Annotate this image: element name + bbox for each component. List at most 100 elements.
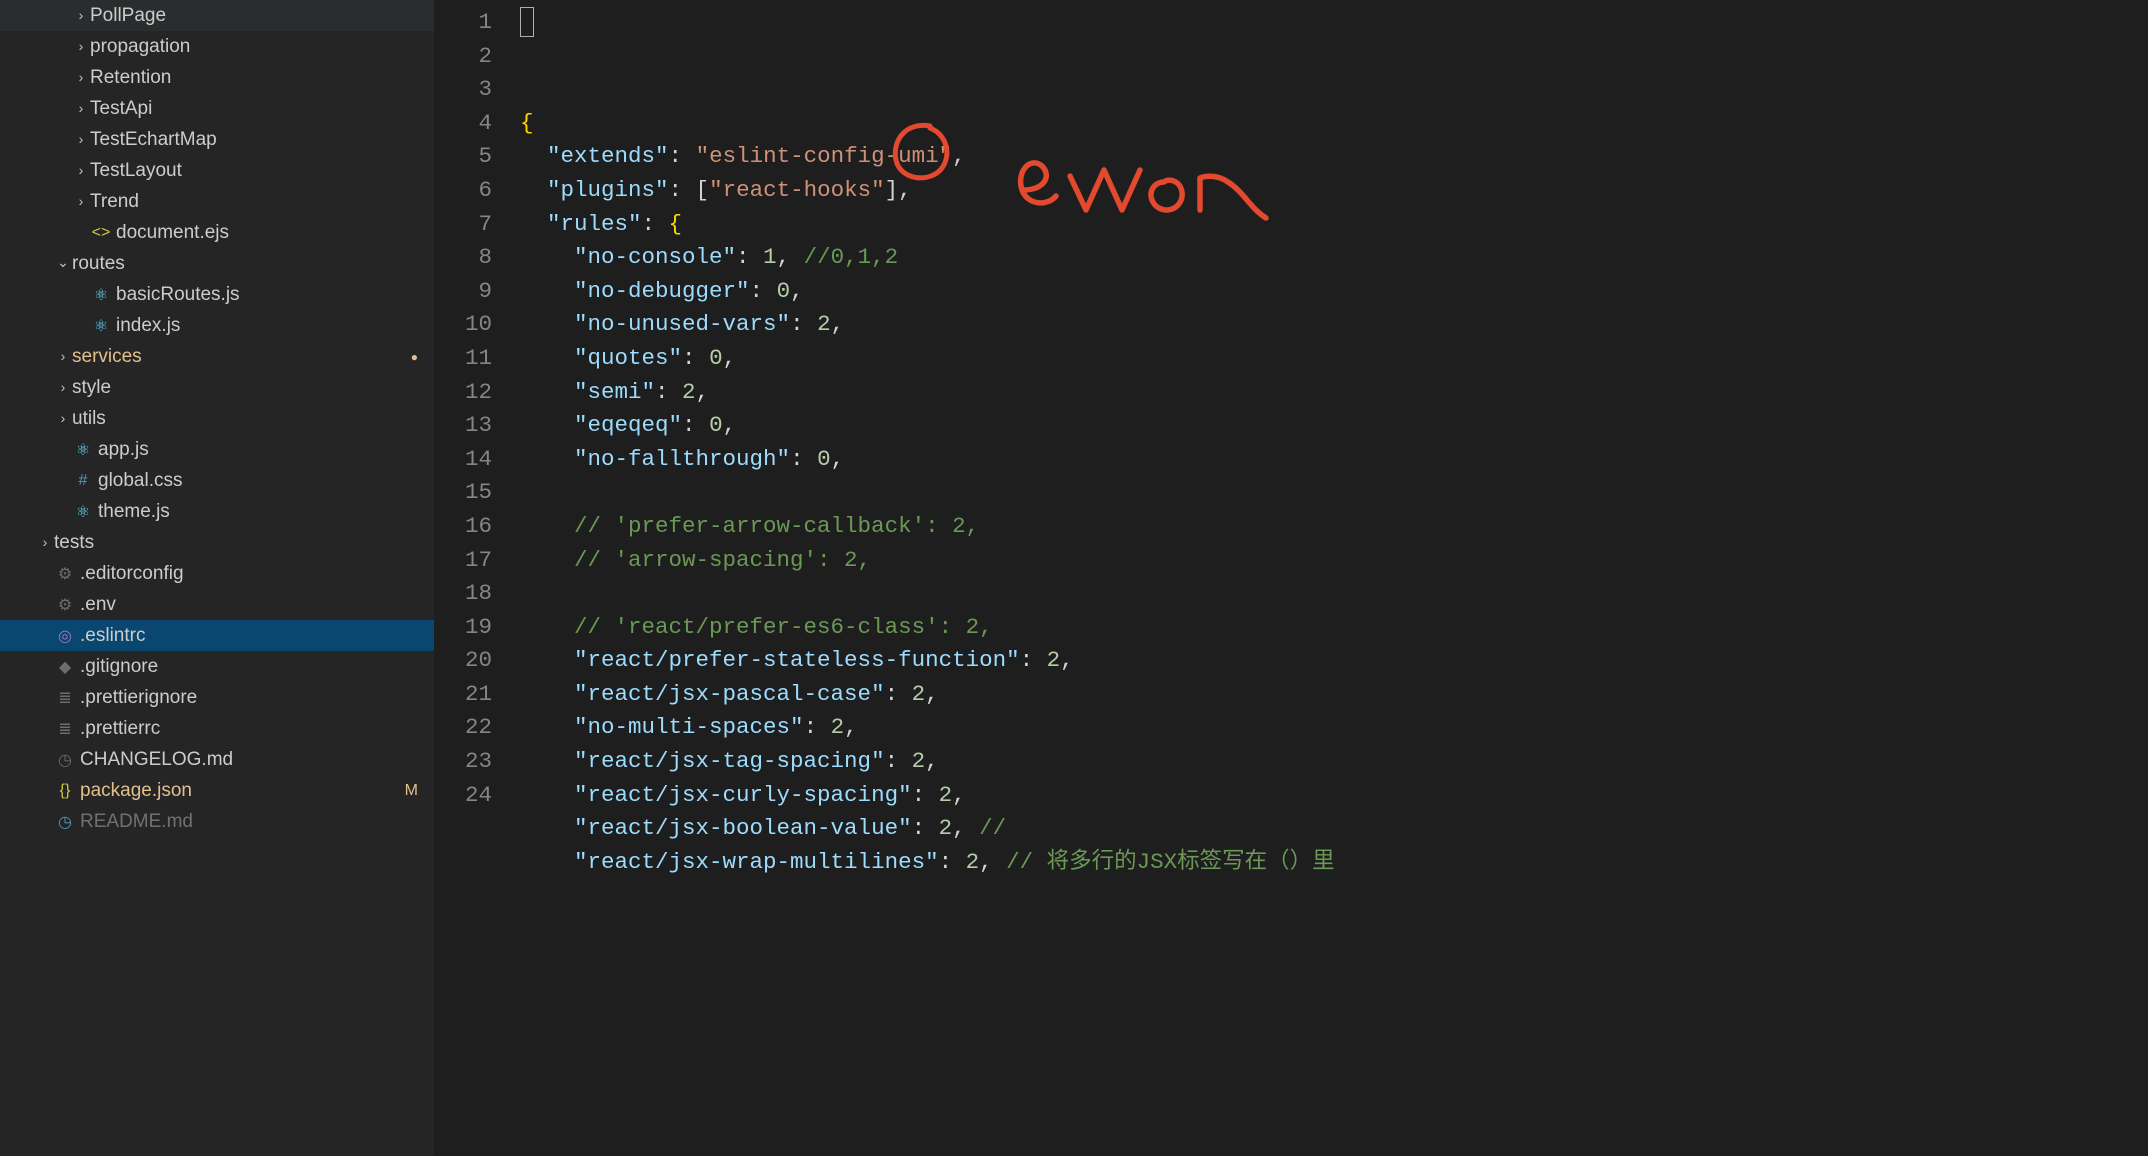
code-line[interactable]: "extends": "eslint-config-umi", bbox=[520, 140, 2148, 174]
token-key: "no-unused-vars" bbox=[574, 311, 790, 337]
tree-item[interactable]: ⚛theme.js bbox=[0, 496, 434, 527]
token-punc: ], bbox=[885, 177, 912, 203]
code-line[interactable]: "react/jsx-curly-spacing": 2, bbox=[520, 779, 2148, 813]
chevron-right-icon[interactable]: › bbox=[72, 131, 90, 147]
tree-item[interactable]: ›Trend bbox=[0, 186, 434, 217]
token-num: 2 bbox=[966, 849, 980, 875]
line-number: 14 bbox=[434, 443, 492, 477]
code-line[interactable]: "eqeqeq": 0, bbox=[520, 409, 2148, 443]
tree-item-label: app.js bbox=[98, 439, 149, 461]
token-punc: : bbox=[912, 815, 939, 841]
line-number: 19 bbox=[434, 611, 492, 645]
code-line[interactable]: "semi": 2, bbox=[520, 376, 2148, 410]
chevron-right-icon[interactable]: › bbox=[72, 193, 90, 209]
tree-item[interactable]: ⚙.env bbox=[0, 589, 434, 620]
tree-item[interactable]: ⚛index.js bbox=[0, 310, 434, 341]
tree-item[interactable]: ⚛basicRoutes.js bbox=[0, 279, 434, 310]
code-line[interactable]: "no-unused-vars": 2, bbox=[520, 308, 2148, 342]
code-line[interactable]: "react/jsx-wrap-multilines": 2, // 将多行的J… bbox=[520, 846, 2148, 880]
code-line[interactable]: "no-debugger": 0, bbox=[520, 275, 2148, 309]
tree-item[interactable]: ◆.gitignore bbox=[0, 651, 434, 682]
tree-item[interactable]: ≣.prettierignore bbox=[0, 682, 434, 713]
tree-item[interactable]: {}package.jsonM bbox=[0, 775, 434, 806]
tree-item[interactable]: ⚛app.js bbox=[0, 434, 434, 465]
chevron-down-icon[interactable]: ⌄ bbox=[54, 254, 72, 271]
token-num: 2 bbox=[939, 782, 953, 808]
file-explorer[interactable]: ›PollPage›propagation›Retention›TestApi›… bbox=[0, 0, 434, 1156]
file-icon: <> bbox=[90, 224, 112, 242]
line-number: 5 bbox=[434, 140, 492, 174]
code-line[interactable]: "rules": { bbox=[520, 208, 2148, 242]
code-line[interactable] bbox=[520, 577, 2148, 611]
chevron-right-icon[interactable]: › bbox=[72, 69, 90, 85]
file-icon: ⚙ bbox=[54, 595, 76, 615]
tree-item[interactable]: ⚙.editorconfig bbox=[0, 558, 434, 589]
chevron-right-icon[interactable]: › bbox=[72, 162, 90, 178]
tree-item-label: CHANGELOG.md bbox=[80, 749, 233, 771]
code-line[interactable]: "no-console": 1, //0,1,2 bbox=[520, 241, 2148, 275]
token-punc: : bbox=[682, 412, 709, 438]
code-line[interactable]: "no-multi-spaces": 2, bbox=[520, 711, 2148, 745]
tree-item[interactable]: ›services bbox=[0, 341, 434, 372]
code-line[interactable]: // 'react/prefer-es6-class': 2, bbox=[520, 611, 2148, 645]
code-editor[interactable]: 123456789101112131415161718192021222324 … bbox=[434, 0, 2148, 1156]
code-line[interactable]: "react/jsx-tag-spacing": 2, bbox=[520, 745, 2148, 779]
token-punc: , bbox=[723, 412, 737, 438]
code-area[interactable]: { "extends": "eslint-config-umi", "plugi… bbox=[520, 0, 2148, 1156]
file-icon: ⚛ bbox=[72, 502, 94, 522]
line-number: 12 bbox=[434, 376, 492, 410]
tree-item-label: document.ejs bbox=[116, 222, 229, 244]
code-line[interactable]: // 'prefer-arrow-callback': 2, bbox=[520, 510, 2148, 544]
tree-item[interactable]: ≣.prettierrc bbox=[0, 713, 434, 744]
code-line[interactable]: "react/prefer-stateless-function": 2, bbox=[520, 644, 2148, 678]
tree-item[interactable]: ›TestEchartMap bbox=[0, 124, 434, 155]
tree-item-label: services bbox=[72, 346, 142, 368]
chevron-right-icon[interactable]: › bbox=[54, 379, 72, 395]
code-line[interactable]: "quotes": 0, bbox=[520, 342, 2148, 376]
tree-item-label: Retention bbox=[90, 67, 171, 89]
file-icon: ◆ bbox=[54, 657, 76, 677]
tree-item[interactable]: ›TestLayout bbox=[0, 155, 434, 186]
tree-item[interactable]: ›Retention bbox=[0, 62, 434, 93]
token-key: "no-multi-spaces" bbox=[574, 714, 804, 740]
chevron-right-icon[interactable]: › bbox=[36, 534, 54, 550]
tree-item[interactable]: ◎.eslintrc bbox=[0, 620, 434, 651]
token-key: "react/jsx-curly-spacing" bbox=[574, 782, 912, 808]
file-icon: # bbox=[72, 472, 94, 490]
code-line[interactable]: "no-fallthrough": 0, bbox=[520, 443, 2148, 477]
tree-item[interactable]: <>document.ejs bbox=[0, 217, 434, 248]
chevron-right-icon[interactable]: › bbox=[72, 7, 90, 23]
tree-item[interactable]: ⌄routes bbox=[0, 248, 434, 279]
tree-item[interactable]: ◷README.md bbox=[0, 806, 434, 837]
token-punc: : bbox=[885, 681, 912, 707]
code-line[interactable]: // 'arrow-spacing': 2, bbox=[520, 544, 2148, 578]
token-punc: , bbox=[723, 345, 737, 371]
token-punc bbox=[520, 782, 574, 808]
token-cmt: // 将多行的JSX标签写在（）里 bbox=[1006, 849, 1335, 875]
tree-item[interactable]: ›propagation bbox=[0, 31, 434, 62]
tree-item[interactable]: ›PollPage bbox=[0, 0, 434, 31]
tree-item[interactable]: ◷CHANGELOG.md bbox=[0, 744, 434, 775]
code-line[interactable]: "plugins": ["react-hooks"], bbox=[520, 174, 2148, 208]
code-line[interactable] bbox=[520, 476, 2148, 510]
tree-item[interactable]: #global.css bbox=[0, 465, 434, 496]
line-number: 22 bbox=[434, 711, 492, 745]
tree-item-label: .eslintrc bbox=[80, 625, 145, 647]
tree-item[interactable]: ›TestApi bbox=[0, 93, 434, 124]
chevron-right-icon[interactable]: › bbox=[54, 348, 72, 364]
token-punc: , bbox=[844, 714, 858, 740]
code-line[interactable]: "react/jsx-pascal-case": 2, bbox=[520, 678, 2148, 712]
tree-item[interactable]: ›style bbox=[0, 372, 434, 403]
token-punc bbox=[520, 311, 574, 337]
chevron-right-icon[interactable]: › bbox=[72, 100, 90, 116]
tree-item[interactable]: ›tests bbox=[0, 527, 434, 558]
chevron-right-icon[interactable]: › bbox=[54, 410, 72, 426]
code-line[interactable] bbox=[520, 879, 2148, 913]
line-number: 18 bbox=[434, 577, 492, 611]
tree-item-label: TestLayout bbox=[90, 160, 182, 182]
code-line[interactable]: "react/jsx-boolean-value": 2, // bbox=[520, 812, 2148, 846]
chevron-right-icon[interactable]: › bbox=[72, 38, 90, 54]
token-num: 0 bbox=[817, 446, 831, 472]
code-line[interactable]: { bbox=[520, 107, 2148, 141]
tree-item[interactable]: ›utils bbox=[0, 403, 434, 434]
